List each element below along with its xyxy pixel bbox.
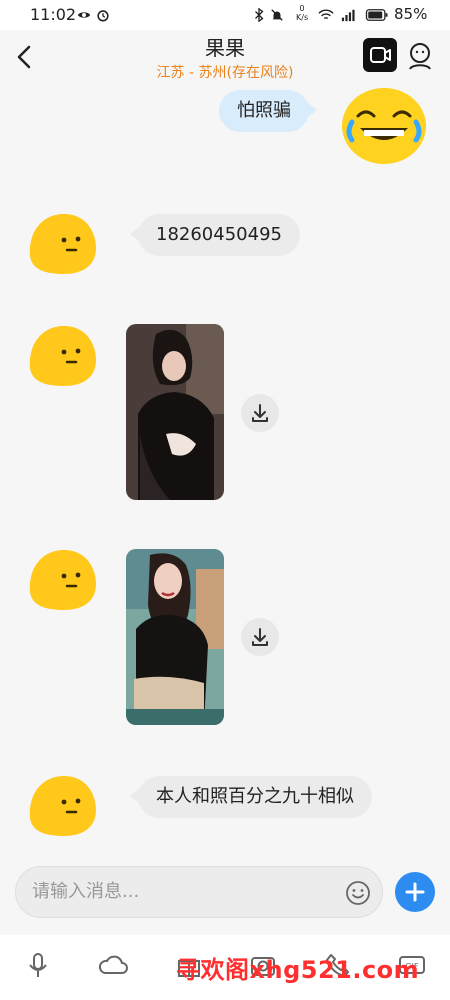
status-bar: 11:02 0 K/s 85% <box>0 0 450 30</box>
emoji-button[interactable] <box>345 880 371 906</box>
mic-icon[interactable] <box>23 950 53 980</box>
contact-avatar[interactable] <box>26 774 98 838</box>
add-attachment-button[interactable] <box>395 872 435 912</box>
self-avatar[interactable] <box>340 86 428 166</box>
contact-avatar[interactable] <box>26 324 98 388</box>
video-call-button[interactable] <box>363 38 397 72</box>
wifi-icon <box>318 9 334 20</box>
cloud-icon[interactable] <box>97 950 129 980</box>
alarm-icon <box>97 10 109 22</box>
status-time: 11:02 <box>30 5 77 24</box>
battery-icon <box>365 9 388 21</box>
contact-avatar[interactable] <box>26 548 98 612</box>
message-text: 本人和照百分之九十相似 <box>156 786 354 807</box>
contact-avatar[interactable] <box>26 212 98 276</box>
video-camera-icon <box>370 47 391 63</box>
profile-button[interactable] <box>404 40 436 72</box>
download-button[interactable] <box>241 618 279 656</box>
message-bubble-other[interactable]: 18260450495 <box>130 214 300 256</box>
eye-icon <box>77 12 91 18</box>
photo-message[interactable] <box>126 549 224 725</box>
mute-icon <box>271 9 283 21</box>
signal-icon <box>341 9 355 22</box>
message-text: 18260450495 <box>156 224 282 245</box>
download-icon <box>252 628 268 646</box>
battery-percent: 85% <box>394 5 428 23</box>
net-speed: 0 K/s <box>296 4 309 22</box>
photo-message[interactable] <box>126 324 224 500</box>
bluetooth-icon <box>255 8 264 22</box>
message-bubble-other[interactable]: 本人和照百分之九十相似 <box>130 776 372 818</box>
download-button[interactable] <box>241 394 279 432</box>
watermark: 寻欢阁xhg521.com <box>176 956 420 984</box>
plus-icon <box>405 882 425 902</box>
message-bubble-self[interactable]: 怕照骗 <box>219 90 317 132</box>
download-icon <box>252 404 268 422</box>
message-input-bar: 请输入消息... <box>0 858 450 928</box>
chat-header: 果果 江苏 - 苏州(存在风险) <box>0 30 450 82</box>
message-text: 怕照骗 <box>237 100 291 121</box>
message-input[interactable]: 请输入消息... <box>15 866 383 918</box>
